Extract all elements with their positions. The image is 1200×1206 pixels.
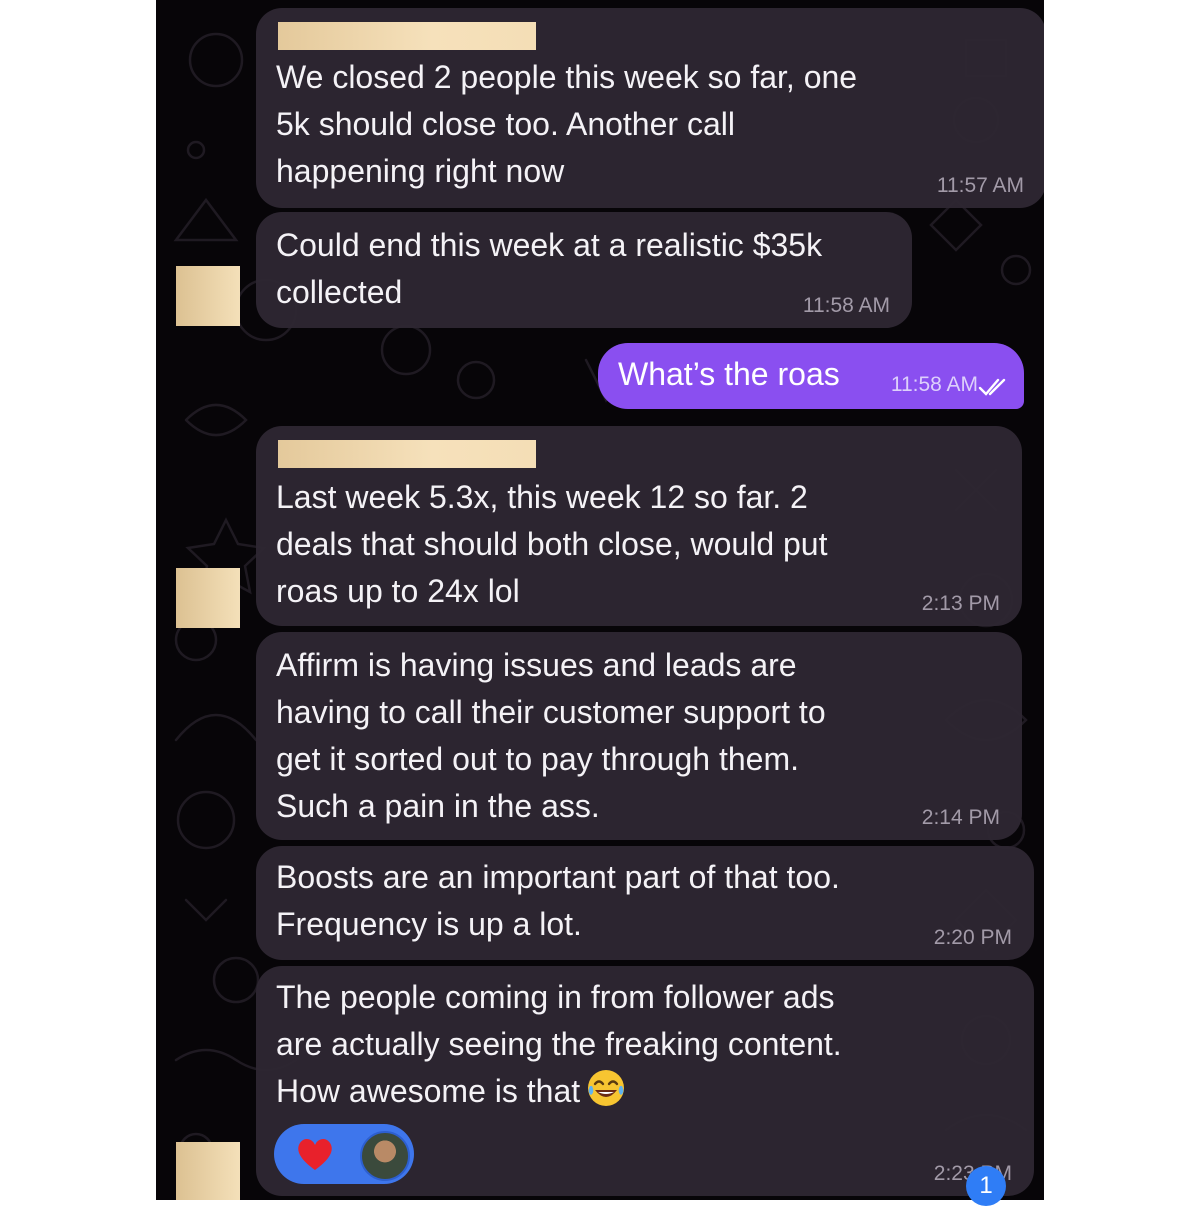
message-bubble-incoming[interactable]: The people coming in from follower ads a… (256, 966, 1034, 1196)
laughing-tears-emoji (588, 1070, 625, 1106)
redacted-sender-avatar (176, 266, 240, 326)
message-bubble-outgoing[interactable]: What’s the roas 11:58 AM (598, 343, 1024, 409)
reactor-avatar (360, 1131, 410, 1181)
message-timestamp: 11:58 AM (890, 373, 978, 396)
message-timestamp: 2:13 PM (921, 592, 1000, 615)
red-heart-icon (298, 1139, 332, 1170)
redacted-sender-name (278, 22, 536, 50)
message-timestamp: 11:58 AM (802, 294, 890, 317)
message-text: Boosts are an important part of that too… (276, 859, 840, 942)
message-text: We closed 2 people this week so far, one… (276, 59, 858, 189)
chat-view[interactable]: We closed 2 people this week so far, one… (156, 0, 1044, 1200)
message-text-content: The people coming in from follower ads a… (276, 979, 842, 1109)
message-bubble-incoming[interactable]: Boosts are an important part of that too… (256, 846, 1034, 960)
message-timestamp: 2:20 PM (933, 926, 1012, 949)
redacted-sender-avatar (176, 568, 240, 628)
message-text: What’s the roas (618, 356, 840, 392)
message-bubble-incoming[interactable]: We closed 2 people this week so far, one… (256, 8, 1044, 208)
double-check-icon (978, 378, 1006, 396)
message-bubble-incoming[interactable]: Could end this week at a realistic $35k … (256, 212, 912, 328)
message-text: Last week 5.3x, this week 12 so far. 2 d… (276, 479, 828, 609)
message-timestamp: 11:57 AM (936, 174, 1024, 197)
redacted-sender-avatar (176, 1142, 240, 1200)
reactions-pill[interactable] (274, 1124, 414, 1184)
redacted-sender-name (278, 440, 536, 468)
message-text: The people coming in from follower ads a… (276, 974, 842, 1115)
message-text: Affirm is having issues and leads are ha… (276, 647, 826, 824)
message-timestamp: 2:14 PM (921, 806, 1000, 829)
unread-count-badge[interactable]: 1 (966, 1166, 1006, 1206)
message-bubble-incoming[interactable]: Affirm is having issues and leads are ha… (256, 632, 1022, 840)
message-text: Could end this week at a realistic $35k … (276, 227, 823, 310)
message-bubble-incoming[interactable]: Last week 5.3x, this week 12 so far. 2 d… (256, 426, 1022, 626)
